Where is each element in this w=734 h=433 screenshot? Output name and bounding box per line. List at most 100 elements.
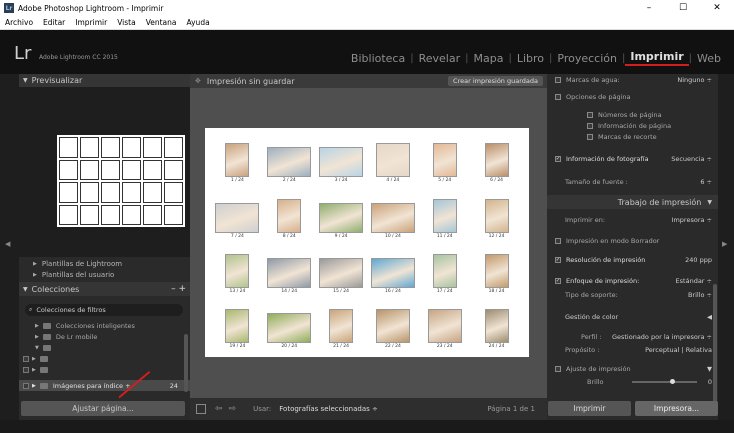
template-folder-lightroom[interactable]: ▶ Plantillas de Lightroom — [19, 258, 190, 269]
collection-item-selected[interactable]: ▶ Imágenes para índice + 24 — [19, 380, 190, 391]
next-page-icon[interactable]: ⇨ — [229, 404, 237, 414]
close-button[interactable]: ✕ — [700, 0, 734, 16]
checkbox[interactable] — [23, 382, 29, 389]
photo-thumbnail[interactable] — [484, 309, 509, 343]
printer-button[interactable]: Impresora... — [635, 401, 718, 416]
profile-select[interactable]: Gestionado por la impresora ÷ — [612, 333, 712, 341]
preview-header[interactable]: ▼ Previsualizar — [19, 74, 190, 87]
collapse-triangle-icon[interactable]: ◀ — [707, 313, 712, 321]
photo-thumbnail[interactable] — [225, 253, 250, 288]
show-grid-toggle[interactable] — [196, 404, 206, 414]
print-cell[interactable]: 22 / 24 — [368, 298, 417, 353]
checkbox[interactable] — [555, 366, 561, 372]
photo-thumbnail[interactable] — [267, 313, 312, 343]
collection-item[interactable]: ▶ — [19, 353, 190, 364]
print-cell[interactable]: 12 / 24 — [472, 187, 521, 242]
collapse-triangle-icon[interactable]: ▼ — [707, 365, 712, 373]
print-cell[interactable]: 9 / 24 — [317, 187, 366, 242]
module-mapa[interactable]: Mapa — [468, 52, 508, 65]
checkbox[interactable] — [587, 134, 593, 140]
print-cell[interactable]: 24 / 24 — [472, 298, 521, 353]
print-cell[interactable]: 8 / 24 — [265, 187, 314, 242]
print-cell[interactable]: 21 / 24 — [317, 298, 366, 353]
menu-archivo[interactable]: Archivo — [5, 18, 33, 27]
checkbox[interactable] — [587, 123, 593, 129]
photo-thumbnail[interactable] — [370, 257, 415, 288]
save-print-button[interactable]: Crear impresión guardada — [448, 76, 543, 86]
slider-thumb[interactable] — [670, 379, 675, 384]
print-to-select[interactable]: Impresora ÷ — [672, 216, 712, 224]
print-cell[interactable]: 19 / 24 — [213, 298, 262, 353]
module-web[interactable]: Web — [692, 52, 726, 65]
photo-thumbnail[interactable] — [484, 253, 509, 288]
print-cell[interactable]: 15 / 24 — [317, 243, 366, 298]
checkbox[interactable] — [23, 366, 29, 373]
watermark-select[interactable]: Ninguno ÷ — [677, 76, 712, 84]
collection-item[interactable]: ▼ — [19, 342, 190, 353]
photo-thumbnail[interactable] — [319, 257, 364, 288]
photo-thumbnail[interactable] — [427, 309, 462, 343]
print-cell[interactable]: 14 / 24 — [265, 243, 314, 298]
print-cell[interactable]: 13 / 24 — [213, 243, 262, 298]
photo-thumbnail[interactable] — [319, 202, 364, 233]
media-type-select[interactable]: Brillo ÷ — [688, 291, 712, 299]
photo-thumbnail[interactable] — [225, 309, 250, 343]
photo-thumbnail[interactable] — [267, 147, 312, 178]
photo-thumbnail[interactable] — [277, 198, 302, 233]
print-cell[interactable]: 17 / 24 — [420, 243, 469, 298]
print-cell[interactable]: 20 / 24 — [265, 298, 314, 353]
checkbox[interactable] — [587, 112, 593, 118]
checkbox-checked[interactable]: ✓ — [555, 156, 561, 162]
photo-thumbnail[interactable] — [319, 147, 364, 178]
minimize-button[interactable]: – — [632, 0, 666, 16]
photo-thumbnail[interactable] — [329, 309, 354, 343]
print-cell[interactable]: 23 / 24 — [420, 298, 469, 353]
brightness-slider[interactable] — [632, 379, 697, 384]
menu-imprimir[interactable]: Imprimir — [75, 18, 107, 27]
print-job-header[interactable]: Trabajo de impresión ▼ — [547, 195, 718, 209]
print-cell[interactable]: 2 / 24 — [265, 132, 314, 187]
print-cell[interactable]: 6 / 24 — [472, 132, 521, 187]
collapse-left-icon[interactable]: ◀ — [5, 240, 10, 248]
print-cell[interactable]: 5 / 24 — [420, 132, 469, 187]
print-cell[interactable]: 3 / 24 — [317, 132, 366, 187]
photo-thumbnail[interactable] — [432, 253, 457, 288]
module-libro[interactable]: Libro — [512, 52, 549, 65]
module-revelar[interactable]: Revelar — [414, 52, 466, 65]
right-panel-scrollbar[interactable] — [713, 284, 717, 404]
page-setup-button[interactable]: Ajustar página... — [21, 401, 185, 416]
checkbox[interactable] — [555, 238, 561, 244]
collection-item[interactable]: ▶ Colecciones inteligentes — [19, 320, 190, 331]
photo-thumbnail[interactable] — [370, 202, 415, 233]
use-select[interactable]: Fotografías seleccionadas ÷ — [279, 405, 378, 413]
collection-item[interactable]: ▶ — [19, 364, 190, 375]
collections-header[interactable]: ▼ Colecciones – + — [19, 282, 190, 296]
collections-scrollbar[interactable] — [184, 334, 188, 392]
module-biblioteca[interactable]: Biblioteca — [346, 52, 410, 65]
photo-thumbnail[interactable] — [375, 143, 410, 178]
menu-ventana[interactable]: Ventana — [146, 18, 177, 27]
collections-filter-input[interactable]: ⌕ Colecciones de filtros — [25, 304, 183, 316]
collection-item[interactable]: ▶ De Lr mobile — [19, 331, 190, 342]
module-proyeccion[interactable]: Proyección — [552, 52, 622, 65]
menu-ayuda[interactable]: Ayuda — [187, 18, 210, 27]
photo-thumbnail[interactable] — [375, 309, 410, 343]
print-cell[interactable]: 11 / 24 — [420, 187, 469, 242]
photo-thumbnail[interactable] — [225, 143, 250, 178]
menu-editar[interactable]: Editar — [43, 18, 65, 27]
intent-toggle[interactable]: Perceptual | Relativa — [645, 346, 712, 354]
maximize-button[interactable]: ☐ — [666, 0, 700, 16]
photo-thumbnail[interactable] — [432, 143, 457, 178]
resolution-input[interactable]: 240 ppp — [685, 256, 712, 264]
photo-info-select[interactable]: Secuencia ÷ — [671, 155, 712, 163]
photo-thumbnail[interactable] — [484, 198, 509, 233]
print-cell[interactable]: 7 / 24 — [213, 187, 262, 242]
photo-thumbnail[interactable] — [267, 257, 312, 288]
sharpening-select[interactable]: Estándar ÷ — [676, 277, 712, 285]
menu-vista[interactable]: Vista — [117, 18, 136, 27]
font-size-select[interactable]: 6 ÷ — [700, 178, 712, 186]
checkbox[interactable] — [555, 94, 561, 100]
print-button[interactable]: Imprimir — [548, 401, 631, 416]
print-cell[interactable]: 10 / 24 — [368, 187, 417, 242]
checkbox[interactable] — [555, 77, 561, 83]
